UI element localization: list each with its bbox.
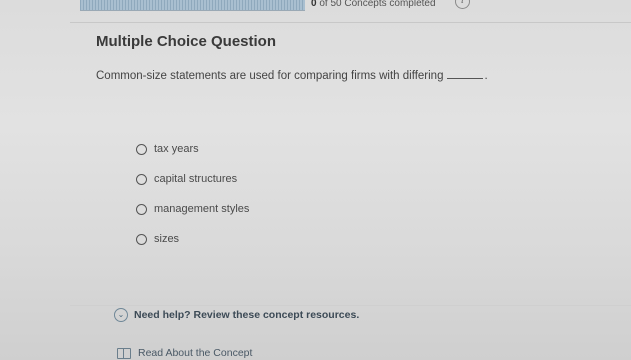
- question-prompt-text: Common-size statements are used for comp…: [96, 70, 444, 82]
- book-icon: [117, 347, 131, 359]
- radio-button[interactable]: [136, 204, 147, 215]
- option-tax-years[interactable]: tax years: [136, 142, 249, 172]
- option-label: tax years: [154, 143, 199, 155]
- question-prompt-period: .: [484, 70, 488, 82]
- radio-button[interactable]: [136, 174, 147, 185]
- progress-label: 0 of 50 Concepts completed: [311, 0, 436, 9]
- header-divider: [70, 22, 631, 23]
- option-capital-structures[interactable]: capital structures: [136, 172, 249, 202]
- option-label: capital structures: [154, 173, 238, 185]
- option-management-styles[interactable]: management styles: [136, 202, 249, 232]
- resource-read-about-concept[interactable]: Read About the Concept: [117, 347, 252, 359]
- chevron-down-icon: ⌄: [114, 308, 128, 322]
- option-label: management styles: [154, 203, 250, 215]
- radio-button[interactable]: [136, 234, 147, 245]
- progress-count: 0: [311, 0, 317, 9]
- question-title: Multiple Choice Question: [96, 33, 277, 50]
- answer-options: tax years capital structures management …: [136, 142, 249, 262]
- help-toggle[interactable]: ⌄ Need help? Review these concept resour…: [114, 308, 359, 322]
- option-label: sizes: [154, 233, 180, 245]
- option-sizes[interactable]: sizes: [136, 232, 249, 262]
- help-text: Need help? Review these concept resource…: [134, 309, 360, 321]
- progress-suffix: of 50 Concepts completed: [319, 0, 436, 9]
- help-divider: [70, 305, 631, 306]
- resource-label: Read About the Concept: [138, 347, 253, 359]
- radio-button[interactable]: [136, 144, 147, 155]
- question-prompt: Common-size statements are used for comp…: [96, 68, 488, 82]
- info-icon[interactable]: i: [455, 0, 470, 9]
- progress-bar: [80, 0, 305, 11]
- answer-blank: [447, 68, 484, 79]
